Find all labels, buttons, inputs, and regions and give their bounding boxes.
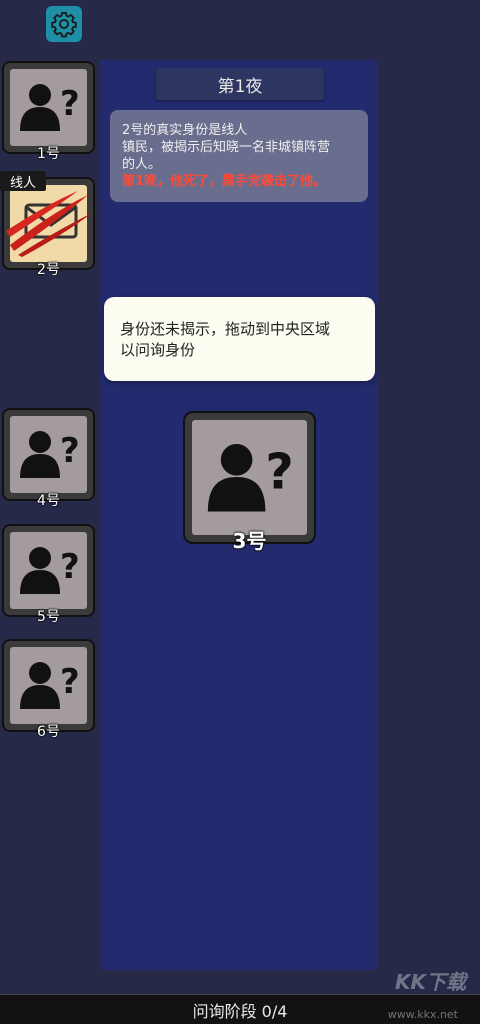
- unknown-person-icon: ?: [20, 84, 80, 131]
- player-label: 4号: [37, 493, 60, 509]
- log-line: 镇民，被揭示后知晓一名非城镇阵营: [122, 140, 331, 155]
- unknown-person-icon: ?: [207, 444, 294, 512]
- player-card-1[interactable]: ? 1号: [2, 61, 95, 162]
- claw-slash-icon: [6, 191, 92, 257]
- player-label: 2号: [37, 262, 60, 278]
- svg-text:?: ?: [60, 662, 80, 702]
- player-label: 3号: [232, 529, 267, 553]
- log-line: 2号的真实身份是线人: [122, 123, 248, 138]
- player-card-6[interactable]: ? 6号: [2, 639, 95, 740]
- unknown-person-icon: ?: [20, 431, 80, 478]
- player-card-5[interactable]: ? 5号: [2, 524, 95, 625]
- log-line: 的人。: [122, 157, 162, 172]
- svg-text:?: ?: [60, 547, 80, 587]
- unknown-person-icon: ?: [20, 662, 80, 709]
- player-label: 1号: [37, 146, 60, 162]
- event-log: 2号的真实身份是线人 镇民，被揭示后知晓一名非城镇阵营 的人。 第1晚，他死了，…: [110, 110, 368, 202]
- svg-text:?: ?: [60, 84, 80, 124]
- role-tag: 线人: [0, 171, 46, 191]
- svg-text:?: ?: [60, 431, 80, 471]
- hint-line: 身份还未揭示，拖动到中央区域: [120, 320, 331, 338]
- death-notice: 第1晚，他死了，黑手党袭击了他。: [122, 174, 327, 189]
- player-label: 6号: [37, 724, 60, 740]
- night-title: 第1夜: [156, 68, 324, 100]
- unknown-person-icon: ?: [20, 547, 80, 594]
- phase-label: 问询阶段 0/4: [192, 1001, 288, 1021]
- watermark-url: www.kkx.net: [387, 1008, 458, 1021]
- player-label: 5号: [37, 609, 60, 625]
- watermark: KK下载: [395, 970, 466, 994]
- svg-text:?: ?: [265, 444, 293, 501]
- gear-icon: [51, 11, 77, 38]
- player-card-3-center[interactable]: ? 3号: [183, 411, 316, 553]
- hint-tooltip: 身份还未揭示，拖动到中央区域 以问询身份: [104, 297, 375, 381]
- hint-line: 以问询身份: [120, 341, 196, 359]
- settings-button[interactable]: [46, 6, 82, 42]
- player-card-4[interactable]: ? 4号: [2, 408, 95, 509]
